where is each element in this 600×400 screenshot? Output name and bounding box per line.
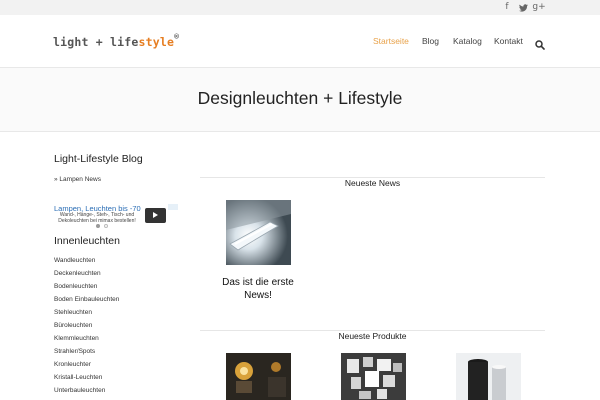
sidebar-item-klemmleuchten[interactable]: Klemmleuchten [54,335,99,342]
twitter-icon[interactable] [517,0,529,15]
page-title: Designleuchten + Lifestyle [197,88,403,108]
nav-startseite[interactable]: Startseite [373,36,409,46]
sidebar-item-stehleuchten[interactable]: Stehleuchten [54,309,92,316]
sidebar-item-bueroleuchten[interactable]: Büroleuchten [54,322,92,329]
sidebar-item-bodenleuchten[interactable]: Bodenleuchten [54,283,97,290]
sidebar-item-strahler-spots[interactable]: Strahler/Spots [54,348,95,355]
news-item-title[interactable]: Das ist die erste News! [208,276,308,302]
top-social-bar: f g+ [0,0,600,15]
logo-accent-text: style [138,34,175,49]
page-hero: Designleuchten + Lifestyle [0,68,600,132]
sidebar-item-boden-einbauleuchten[interactable]: Boden Einbauleuchten [54,296,119,303]
ad-pager-dot-active[interactable] [96,224,100,228]
sidebar-category-title: Innenleuchten [54,235,120,247]
sidebar-item-unterbauleuchten[interactable]: Unterbauleuchten [54,387,105,394]
sidebar-link-lampen-news[interactable]: » Lampen News [54,176,101,183]
sidebar-item-kronleuchter[interactable]: Kronleuchter [54,361,91,368]
site-logo[interactable]: light + lifestyle® [53,32,180,49]
google-plus-icon[interactable]: g+ [532,0,546,15]
sidebar-ad[interactable]: Lampen, Leuchten bis -70 Wand-, Hänge-, … [54,204,178,228]
site-header: light + lifestyle® Startseite Blog Katal… [0,15,600,68]
ad-choices-icon[interactable] [168,204,178,210]
search-icon[interactable] [535,35,545,50]
trademark-symbol: ® [174,32,180,41]
news-heading: Neueste News [338,178,407,188]
nav-blog[interactable]: Blog [422,36,439,46]
nav-kontakt[interactable]: Kontakt [494,36,523,46]
products-heading: Neueste Produkte [332,331,413,341]
products-section-header: Neueste Produkte [200,324,545,341]
ad-body-text: Wand-, Hänge-, Steh-, Tisch- und Dekoleu… [58,212,136,224]
facebook-icon[interactable]: f [501,0,513,15]
news-thumbnail[interactable] [226,200,291,265]
news-section-header: Neueste News [200,171,545,188]
logo-text: light + life [53,34,139,49]
sidebar-item-wandleuchten[interactable]: Wandleuchten [54,257,95,264]
product-thumbnail[interactable] [456,353,521,400]
sidebar-blog-title: Light-Lifestyle Blog [54,153,143,165]
ad-pager-dot[interactable] [104,224,108,228]
sidebar-item-kristall-leuchten[interactable]: Kristall-Leuchten [54,374,102,381]
ad-play-button[interactable] [145,208,166,223]
product-thumbnail[interactable] [226,353,291,400]
sidebar-item-deckenleuchten[interactable]: Deckenleuchten [54,270,101,277]
nav-katalog[interactable]: Katalog [453,36,482,46]
product-thumbnail[interactable] [341,353,406,400]
